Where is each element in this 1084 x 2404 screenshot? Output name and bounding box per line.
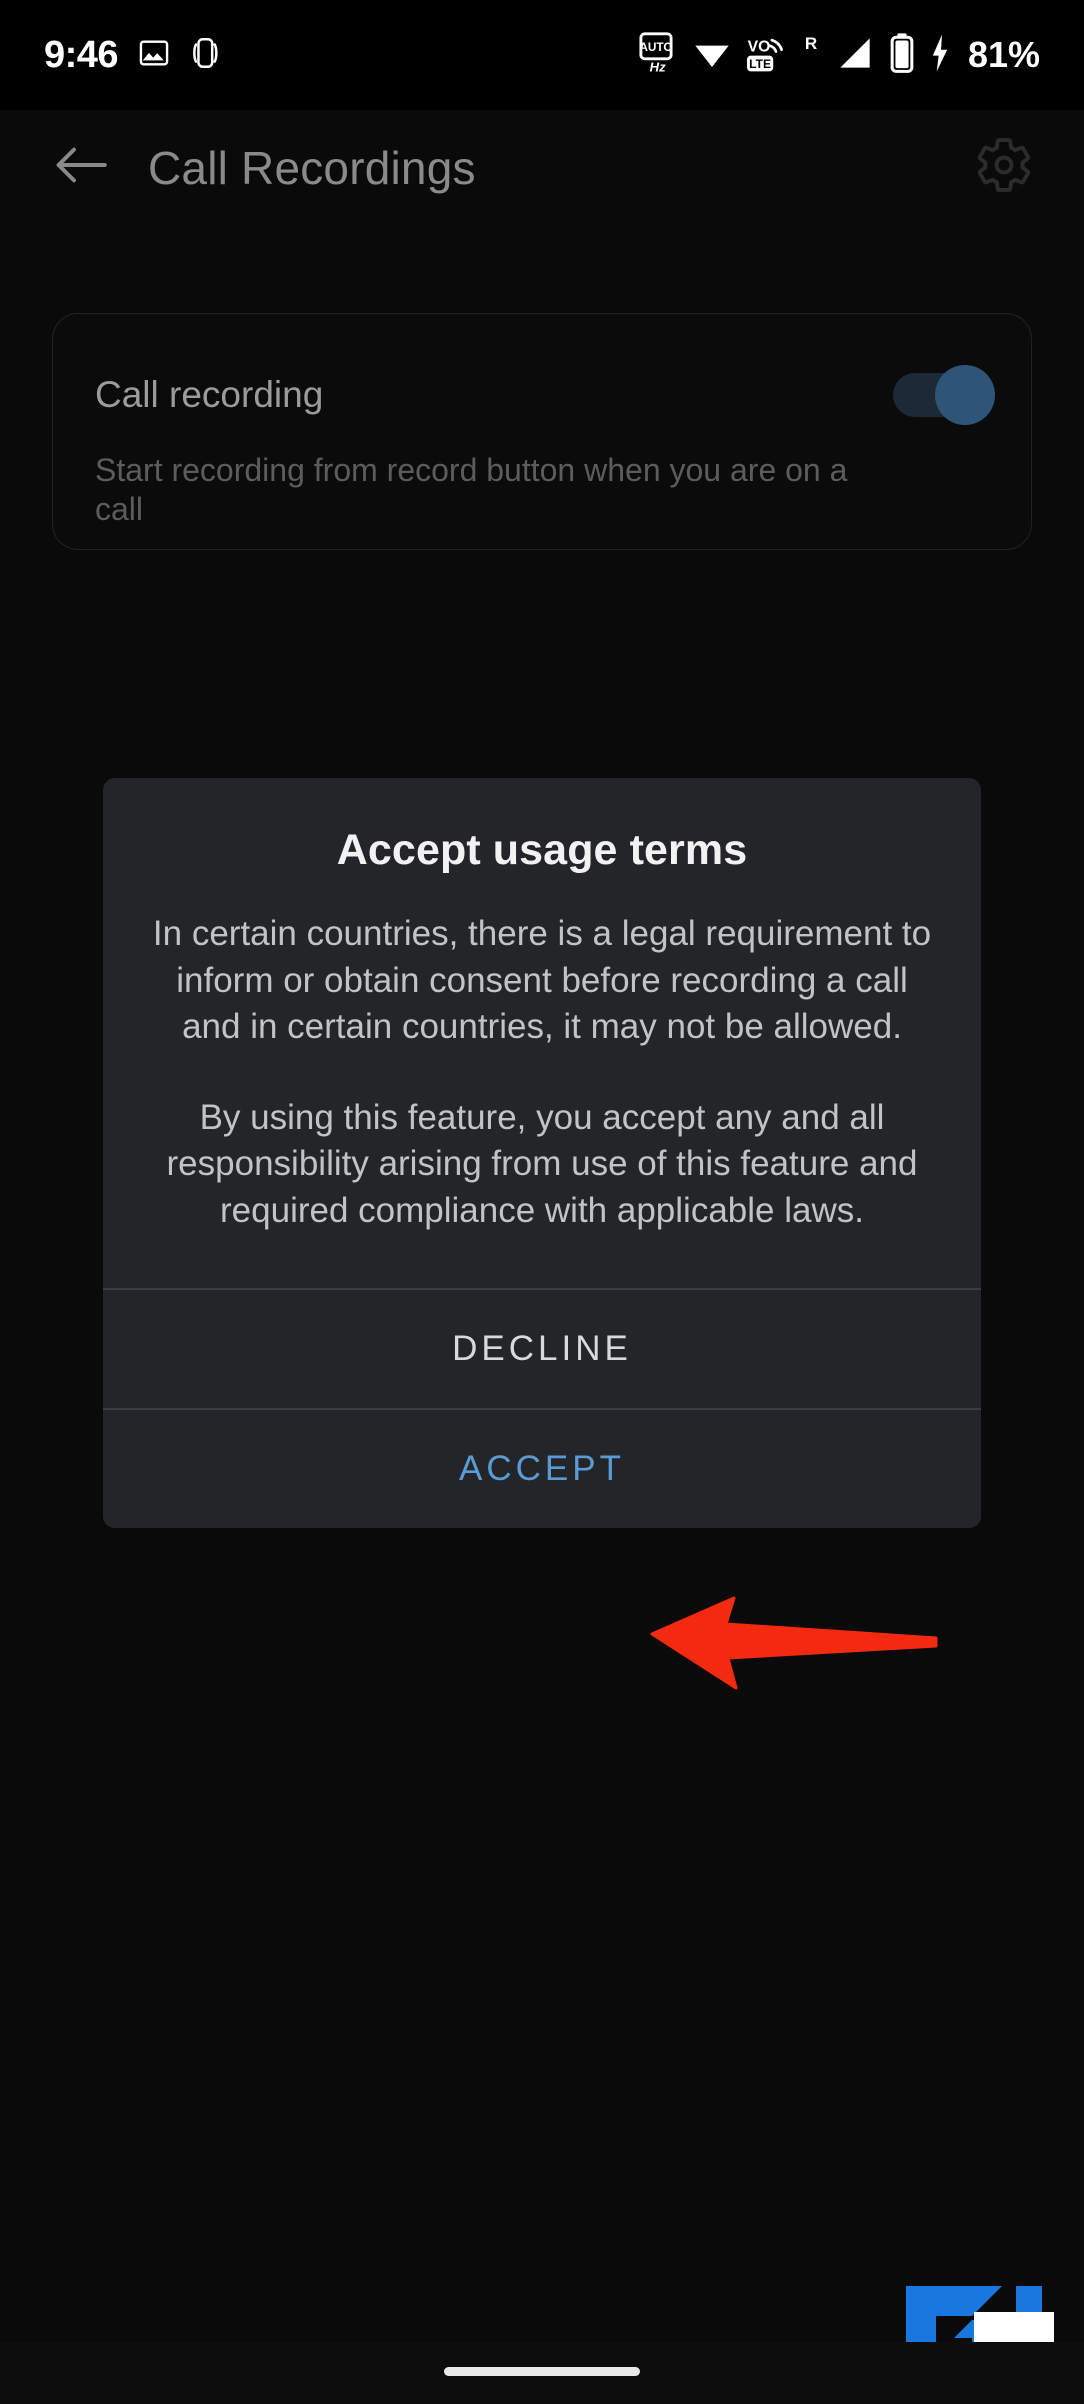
accept-button-label: ACCEPT [459, 1449, 625, 1489]
svg-text:AUTO: AUTO [639, 40, 672, 54]
status-bar-clock: 9:46 [44, 34, 119, 76]
auto-refresh-rate-icon: AUTO Hz [639, 31, 679, 79]
home-gesture-bar[interactable] [444, 2366, 640, 2376]
dialog-paragraph-2: By using this feature, you accept any an… [166, 1097, 918, 1230]
accept-button[interactable]: ACCEPT [103, 1410, 981, 1529]
volte-icon: VO LTE [745, 32, 787, 79]
settings-button[interactable] [966, 130, 1042, 206]
back-arrow-icon [53, 143, 109, 192]
call-recording-description: Start recording from record button when … [95, 452, 848, 528]
decline-button-label: DECLINE [452, 1329, 632, 1369]
page-title: Call Recordings [148, 141, 476, 194]
signal-icon [835, 33, 875, 78]
status-bar-right: AUTO Hz VO LTE R 81% [639, 31, 1040, 79]
call-recording-toggle[interactable] [893, 365, 997, 425]
toggle-thumb [935, 365, 995, 425]
wifi-icon [692, 33, 732, 78]
roaming-icon: R [800, 32, 822, 79]
dialog-title: Accept usage terms [336, 826, 748, 874]
vibrate-icon [190, 36, 220, 75]
status-bar: 9:46 AUTO Hz VO LTE R 81% [0, 0, 1084, 110]
svg-text:VO: VO [748, 38, 771, 55]
call-recording-card[interactable]: Call recording Start recording from reco… [52, 313, 1032, 550]
svg-text:LTE: LTE [749, 57, 771, 71]
phone-screen: 9:46 AUTO Hz VO LTE R 81% Call Recording… [0, 0, 1084, 2404]
dialog-paragraph-1: In certain countries, there is a legal r… [152, 914, 932, 1047]
decline-button[interactable]: DECLINE [103, 1290, 981, 1409]
svg-text:R: R [805, 34, 817, 53]
accept-usage-terms-dialog: Accept usage terms In certain countries,… [103, 778, 981, 1529]
call-recording-row[interactable]: Call recording [95, 356, 997, 434]
battery-icon [888, 32, 916, 79]
status-bar-left: 9:46 [44, 36, 220, 75]
red-arrow-annotation [648, 1576, 938, 1692]
svg-text:Hz: Hz [650, 59, 666, 74]
image-icon [138, 37, 170, 74]
gear-icon [973, 134, 1035, 201]
charging-bolt-icon [929, 32, 951, 79]
back-button[interactable] [42, 129, 120, 207]
battery-percentage: 81% [967, 34, 1040, 75]
app-bar: Call Recordings [0, 110, 1084, 225]
call-recording-title: Call recording [95, 374, 324, 415]
navigation-bar [0, 2342, 1084, 2404]
